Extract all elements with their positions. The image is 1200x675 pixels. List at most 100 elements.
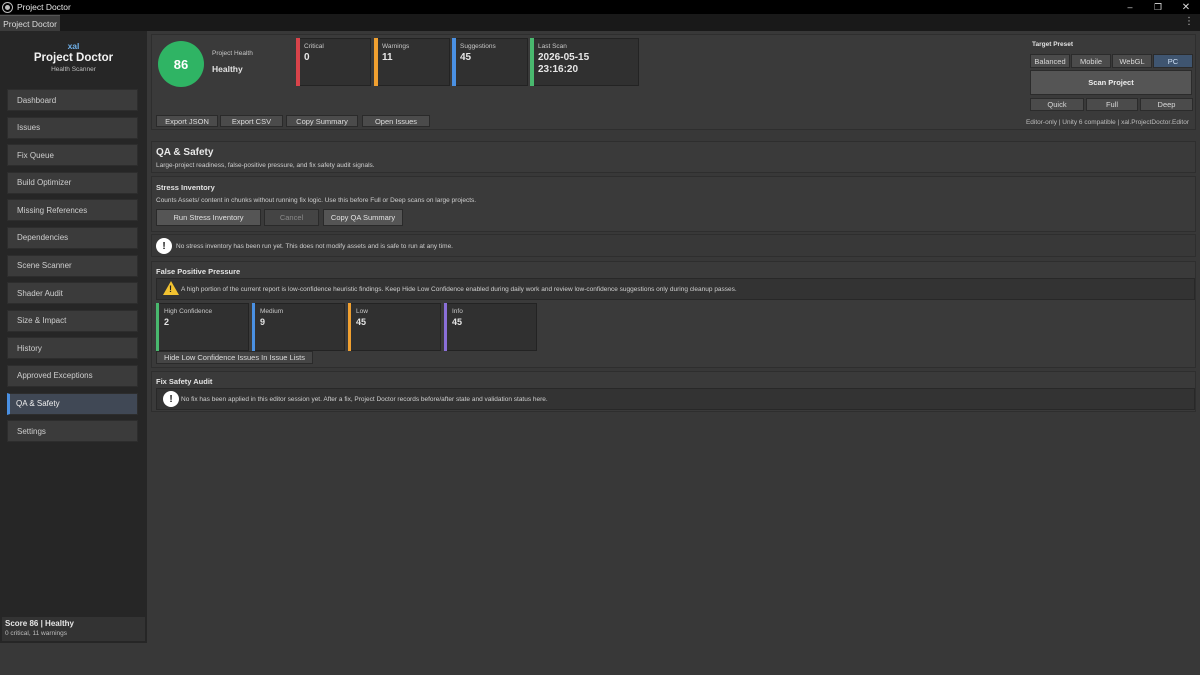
sidebar-item-issues[interactable]: Issues [7, 116, 138, 139]
metric-warnings: Warnings 11 [374, 38, 450, 86]
stress-inventory-title: Stress Inventory [156, 183, 215, 192]
metric-value: 0 [304, 52, 310, 63]
cancel-button[interactable]: Cancel [264, 209, 319, 226]
metric-label: Warnings [382, 43, 410, 50]
kebab-menu-icon[interactable]: ⋮ [1184, 16, 1194, 28]
scan-deep-button[interactable]: Deep [1140, 98, 1193, 111]
low-accent-bar [348, 303, 351, 351]
confidence-card-medium: Medium 9 [252, 303, 345, 351]
sidebar-item-fix-queue[interactable]: Fix Queue [7, 144, 138, 167]
info-accent-bar [444, 303, 447, 351]
preset-webgl-button[interactable]: WebGL [1112, 54, 1152, 68]
metric-critical: Critical 0 [296, 38, 371, 86]
health-label: Project Health [212, 50, 253, 57]
confidence-label: Info [452, 308, 463, 315]
window-title: Project Doctor [17, 2, 71, 12]
warnings-accent-bar [374, 38, 378, 86]
fpp-title: False Positive Pressure [156, 267, 241, 276]
sidebar-item-settings[interactable]: Settings [7, 420, 138, 443]
sidebar-score-footer: Score 86 | Healthy 0 critical, 11 warnin… [2, 617, 145, 641]
metric-label: Suggestions [460, 43, 496, 50]
stress-inventory-desc: Counts Assets/ content in chunks without… [156, 197, 477, 204]
suggestions-accent-bar [452, 38, 456, 86]
sidebar-item-build-optimizer[interactable]: Build Optimizer [7, 171, 138, 194]
sidebar-item-size-impact[interactable]: Size & Impact [7, 309, 138, 332]
footer-counts: 0 critical, 11 warnings [5, 630, 68, 637]
copy-qa-summary-button[interactable]: Copy QA Summary [323, 209, 403, 226]
confidence-label: High Confidence [164, 308, 213, 315]
preset-mobile-button[interactable]: Mobile [1071, 54, 1111, 68]
export-csv-button[interactable]: Export CSV [220, 115, 283, 127]
sidebar-item-missing-references[interactable]: Missing References [7, 199, 138, 222]
stress-note-text: No stress inventory has been run yet. Th… [176, 243, 453, 250]
close-icon[interactable]: ✕ [1171, 0, 1200, 14]
info-icon: ! [156, 238, 172, 254]
confidence-label: Medium [260, 308, 284, 315]
health-status: Healthy [212, 64, 243, 74]
metric-value: 11 [382, 52, 393, 63]
run-stress-inventory-button[interactable]: Run Stress Inventory [156, 209, 261, 226]
page-subtitle: Large-project readiness, false-positive … [156, 162, 375, 169]
sidebar-item-scene-scanner[interactable]: Scene Scanner [7, 254, 138, 277]
scan-full-button[interactable]: Full [1086, 98, 1138, 111]
sidebar-item-qa-safety[interactable]: QA & Safety [7, 392, 138, 415]
confidence-value: 9 [260, 317, 266, 327]
metric-label: Critical [304, 43, 324, 50]
confidence-card-high: High Confidence 2 [156, 303, 249, 351]
editor-tab-strip: Project Doctor ⋮ [0, 14, 1200, 31]
preset-balanced-button[interactable]: Balanced [1030, 54, 1070, 68]
fix-safety-audit-section: Fix Safety Audit ! No fix has been appli… [151, 371, 1196, 412]
fpp-warning-text: A high portion of the current report is … [181, 286, 737, 293]
tab-project-doctor[interactable]: Project Doctor [0, 15, 60, 31]
false-positive-pressure-section: False Positive Pressure ! A high portion… [151, 261, 1196, 368]
metric-label: Last Scan [538, 43, 567, 50]
metric-last-scan: Last Scan 2026-05-15 23:16:20 [530, 38, 639, 86]
hide-low-confidence-toggle[interactable]: Hide Low Confidence Issues In Issue List… [156, 351, 313, 364]
warning-icon: ! [163, 281, 179, 295]
sidebar-item-shader-audit[interactable]: Shader Audit [7, 282, 138, 305]
brand: xal Project Doctor Health Scanner [0, 31, 147, 73]
brand-org: xal [67, 41, 80, 51]
confidence-value: 45 [452, 317, 463, 327]
sidebar-item-dashboard[interactable]: Dashboard [7, 89, 138, 111]
confidence-card-info: Info 45 [444, 303, 537, 351]
maximize-icon[interactable]: ❐ [1143, 0, 1173, 14]
confidence-value: 45 [356, 317, 367, 327]
sidebar-item-history[interactable]: History [7, 337, 138, 360]
fix-audit-note-text: No fix has been applied in this editor s… [181, 396, 548, 403]
sidebar-item-dependencies[interactable]: Dependencies [7, 226, 138, 249]
confidence-value: 2 [164, 317, 170, 327]
brand-subtitle: Health Scanner [51, 66, 96, 73]
footer-score: Score 86 | Healthy [5, 619, 74, 628]
confidence-cards: High Confidence 2 Medium 9 Low 45 Info 4… [156, 303, 556, 353]
status-bar [0, 643, 1200, 675]
minimize-icon[interactable]: – [1115, 0, 1145, 14]
confidence-card-low: Low 45 [348, 303, 441, 351]
last-scan-time: 23:16:20 [538, 64, 579, 75]
fpp-warning-box: ! A high portion of the current report i… [156, 278, 1195, 300]
sidebar: xal Project Doctor Health Scanner Dashbo… [0, 31, 147, 643]
sidebar-nav: Dashboard Issues Fix Queue Build Optimiz… [7, 89, 138, 448]
medium-accent-bar [252, 303, 255, 351]
stress-inventory-section: Stress Inventory Counts Assets/ content … [151, 176, 1196, 232]
critical-accent-bar [296, 38, 300, 86]
scan-project-button[interactable]: Scan Project [1030, 70, 1192, 95]
confidence-label: Low [356, 308, 368, 315]
export-json-button[interactable]: Export JSON [156, 115, 218, 127]
page-title: QA & Safety [156, 147, 214, 158]
last-scan-accent-bar [530, 38, 534, 86]
info-icon: ! [163, 391, 179, 407]
metric-suggestions: Suggestions 45 [452, 38, 528, 86]
stress-note-box: ! No stress inventory has been run yet. … [151, 234, 1196, 257]
compatibility-note: Editor-only | Unity 6 compatible | xal.P… [1025, 119, 1189, 126]
preset-pc-button[interactable]: PC [1153, 54, 1193, 68]
copy-summary-button[interactable]: Copy Summary [286, 115, 358, 127]
main-content: 86 Project Health Healthy Critical 0 War… [147, 31, 1200, 643]
window-titlebar: Project Doctor – ❐ ✕ [0, 0, 1200, 14]
metric-value: 45 [460, 52, 472, 63]
sidebar-item-approved-exceptions[interactable]: Approved Exceptions [7, 364, 138, 387]
fix-audit-title: Fix Safety Audit [156, 377, 213, 386]
scan-quick-button[interactable]: Quick [1030, 98, 1084, 111]
open-issues-button[interactable]: Open Issues [362, 115, 430, 127]
last-scan-date: 2026-05-15 [538, 52, 590, 63]
